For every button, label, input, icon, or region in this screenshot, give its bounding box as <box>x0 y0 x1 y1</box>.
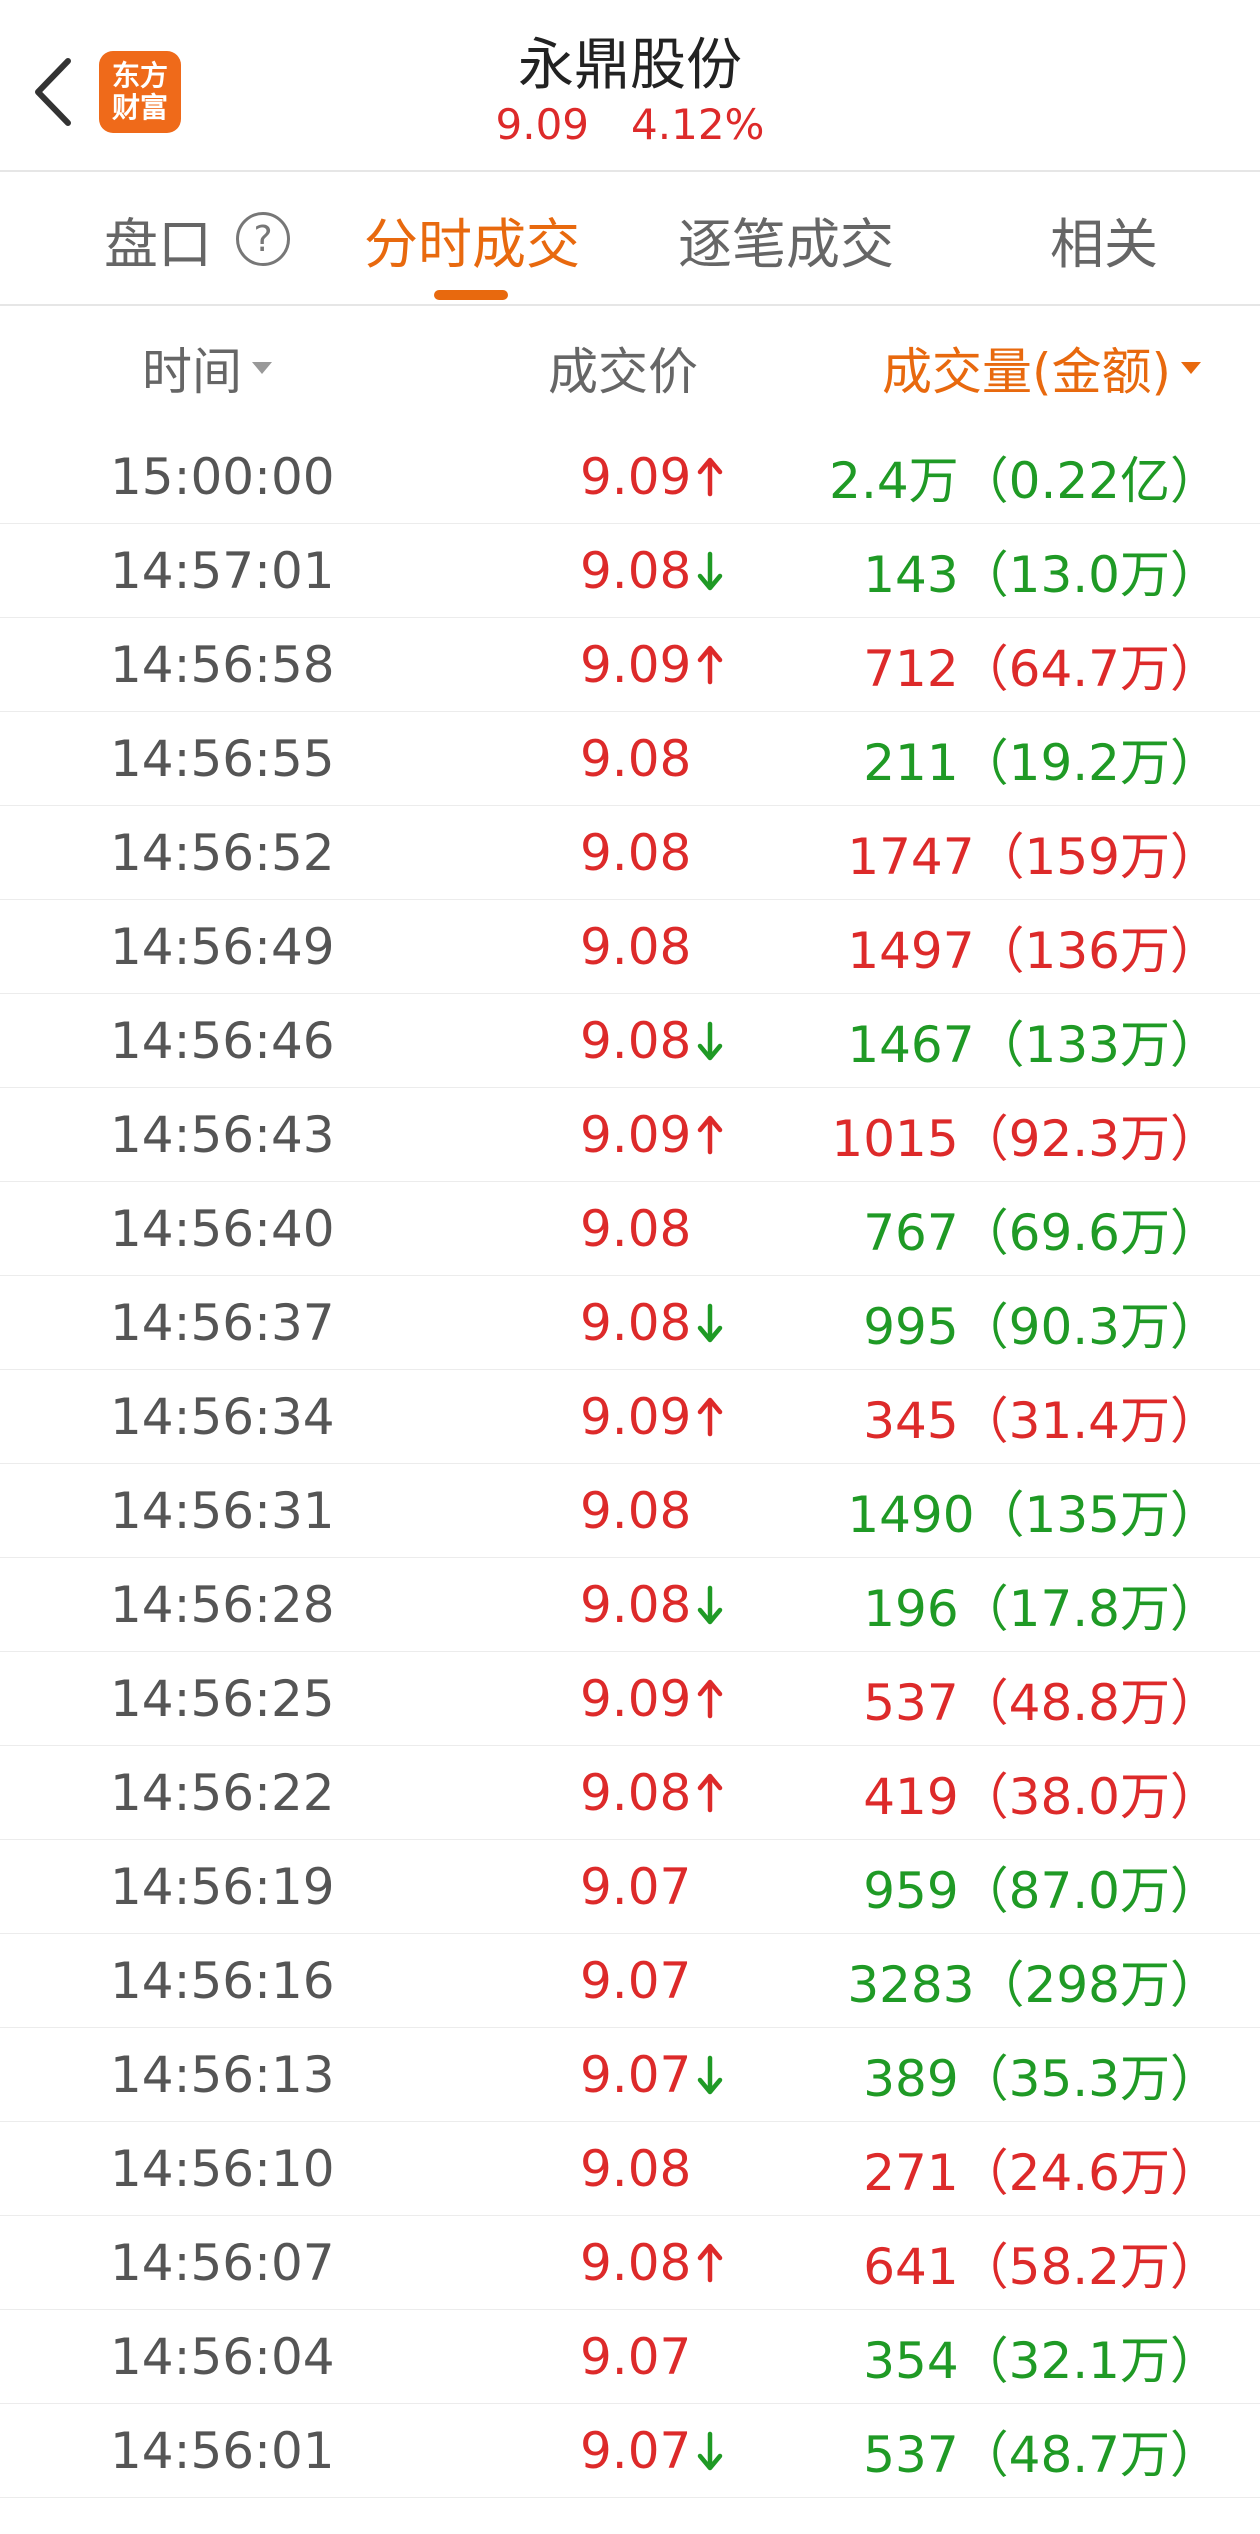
column-price-label: 成交价 <box>548 343 698 401</box>
trade-volume: 712（64.7万） <box>863 640 1220 698</box>
trade-volume: 641（58.2万） <box>863 2238 1220 2296</box>
trade-time: 14:56:01 <box>110 2422 335 2480</box>
stock-change-pct: 4.12% <box>631 100 765 149</box>
trade-row: 14:56:28 9.08 196（17.8万） <box>0 1558 1260 1652</box>
column-price: 成交价 <box>548 306 698 430</box>
trade-time: 14:56:55 <box>110 730 335 788</box>
trade-time: 14:56:37 <box>110 1294 335 1352</box>
tab-time-trades[interactable]: 分时成交 <box>364 174 580 304</box>
sort-down-icon <box>252 362 272 374</box>
trade-time: 14:56:19 <box>110 1858 335 1916</box>
active-tab-indicator <box>434 290 508 300</box>
stock-quote: 9.09 4.12% <box>0 100 1260 149</box>
trade-volume: 995（90.3万） <box>863 1298 1220 1356</box>
trade-row: 14:56:34 9.09 345（31.4万） <box>0 1370 1260 1464</box>
trade-volume: 1747（159万） <box>847 828 1220 886</box>
trade-time: 15:00:00 <box>110 448 335 506</box>
trade-time: 14:56:52 <box>110 824 335 882</box>
trade-volume: 345（31.4万） <box>863 1392 1220 1450</box>
tab-tick-trades[interactable]: 逐笔成交 <box>678 174 894 304</box>
sort-down-icon <box>1181 362 1202 374</box>
trade-row: 14:56:52 9.08 1747（159万） <box>0 806 1260 900</box>
trade-row: 14:56:22 9.08 419（38.0万） <box>0 1746 1260 1840</box>
trade-row: 14:56:46 9.08 1467（133万） <box>0 994 1260 1088</box>
trade-row: 14:56:40 9.08 767（69.6万） <box>0 1182 1260 1276</box>
trade-row: 14:56:49 9.08 1497（136万） <box>0 900 1260 994</box>
trade-volume: 537（48.7万） <box>863 2426 1220 2484</box>
column-header: 时间 成交价 成交量(金额) <box>0 306 1260 430</box>
trade-row: 14:56:31 9.08 1490（135万） <box>0 1464 1260 1558</box>
trade-volume: 1015（92.3万） <box>831 1110 1220 1168</box>
tab-label: 相关 <box>1050 212 1158 276</box>
trade-time: 14:56:40 <box>110 1200 335 1258</box>
trade-time: 14:56:58 <box>110 636 335 694</box>
trade-time: 14:56:34 <box>110 1388 335 1446</box>
trade-volume: 389（35.3万） <box>863 2050 1220 2108</box>
trade-row: 14:56:43 9.09 1015（92.3万） <box>0 1088 1260 1182</box>
trade-time: 14:57:01 <box>110 542 335 600</box>
trade-volume: 196（17.8万） <box>863 1580 1220 1638</box>
trade-row: 14:57:01 9.08 143（13.0万） <box>0 524 1260 618</box>
trade-volume: 354（32.1万） <box>863 2332 1220 2390</box>
trade-row: 14:56:07 9.08 641（58.2万） <box>0 2216 1260 2310</box>
trade-row: 14:56:16 9.07 3283（298万） <box>0 1934 1260 2028</box>
trade-time: 14:56:31 <box>110 1482 335 1540</box>
trade-row: 14:56:01 9.07 537（48.7万） <box>0 2404 1260 2498</box>
stock-name: 永鼎股份 <box>518 33 742 98</box>
trade-row: 14:56:04 9.07 354（32.1万） <box>0 2310 1260 2404</box>
sort-by-volume[interactable]: 成交量(金额) <box>882 306 1202 430</box>
trade-row: 14:56:55 9.08 211（19.2万） <box>0 712 1260 806</box>
trade-time: 14:56:07 <box>110 2234 335 2292</box>
trade-row: 14:56:37 9.08 995（90.3万） <box>0 1276 1260 1370</box>
trade-volume: 767（69.6万） <box>863 1204 1220 1262</box>
column-time-label: 时间 <box>142 343 242 401</box>
trade-time: 14:56:25 <box>110 1670 335 1728</box>
help-icon[interactable]: ? <box>236 212 290 266</box>
trade-volume: 3283（298万） <box>847 1956 1220 2014</box>
trade-row: 14:56:10 9.08 271（24.6万） <box>0 2122 1260 2216</box>
trade-row: 14:56:13 9.07 389（35.3万） <box>0 2028 1260 2122</box>
trade-volume: 537（48.8万） <box>863 1674 1220 1732</box>
trade-time: 14:56:16 <box>110 1952 335 2010</box>
trade-volume: 1490（135万） <box>847 1486 1220 1544</box>
tab-bar: 盘口 ? 分时成交 逐笔成交 相关 <box>0 174 1260 306</box>
trade-volume: 211（19.2万） <box>863 734 1220 792</box>
trade-time: 14:56:13 <box>110 2046 335 2104</box>
column-volume-label: 成交量(金额) <box>882 343 1172 401</box>
tab-related[interactable]: 相关 <box>1050 174 1158 304</box>
trade-time: 14:56:22 <box>110 1764 335 1822</box>
trade-volume: 1497（136万） <box>847 922 1220 980</box>
tab-label: 盘口 <box>104 212 212 276</box>
stock-price: 9.09 <box>495 100 590 149</box>
trade-row: 14:56:58 9.09 712（64.7万） <box>0 618 1260 712</box>
tab-label: 分时成交 <box>364 212 580 276</box>
sort-by-time[interactable]: 时间 <box>142 306 272 430</box>
trade-volume: 959（87.0万） <box>863 1862 1220 1920</box>
trade-time: 14:56:43 <box>110 1106 335 1164</box>
trade-time: 14:56:46 <box>110 1012 335 1070</box>
trade-volume: 1467（133万） <box>847 1016 1220 1074</box>
tab-handicap[interactable]: 盘口 ? <box>104 174 290 304</box>
tab-label: 逐笔成交 <box>678 212 894 276</box>
trade-volume: 2.4万（0.22亿） <box>829 452 1220 510</box>
trade-volume: 143（13.0万） <box>863 546 1220 604</box>
trade-row: 15:00:00 9.09 2.4万（0.22亿） <box>0 430 1260 524</box>
trade-time: 14:56:04 <box>110 2328 335 2386</box>
trade-time: 14:56:28 <box>110 1576 335 1634</box>
app-header: 东方 财富 永鼎股份 9.09 4.12% <box>0 0 1260 172</box>
trade-list[interactable]: 15:00:00 9.09 2.4万（0.22亿） 14:57:01 9.08 143（1… <box>0 430 1260 2498</box>
trade-time: 14:56:49 <box>110 918 335 976</box>
trade-row: 14:56:25 9.09 537（48.8万） <box>0 1652 1260 1746</box>
trade-volume: 271（24.6万） <box>863 2144 1220 2202</box>
trade-row: 14:56:19 9.07 959（87.0万） <box>0 1840 1260 1934</box>
trade-time: 14:56:10 <box>110 2140 335 2198</box>
trade-volume: 419（38.0万） <box>863 1768 1220 1826</box>
